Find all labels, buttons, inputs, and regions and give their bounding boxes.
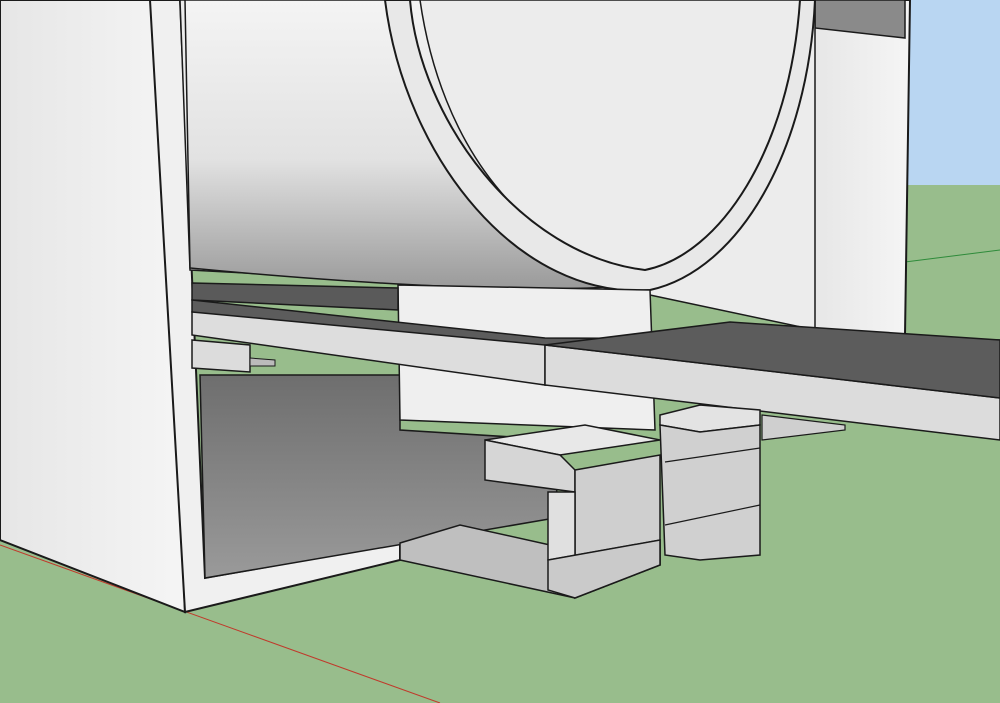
support-block-rear-front	[659, 424, 761, 561]
3d-viewport[interactable]	[0, 0, 1000, 703]
rail-bracket-tip	[249, 357, 276, 367]
rail-bracket	[191, 339, 251, 373]
model-canvas[interactable]	[0, 0, 1000, 703]
enclosure-right-wall	[809, 0, 912, 367]
support-block-front-post	[547, 491, 576, 566]
